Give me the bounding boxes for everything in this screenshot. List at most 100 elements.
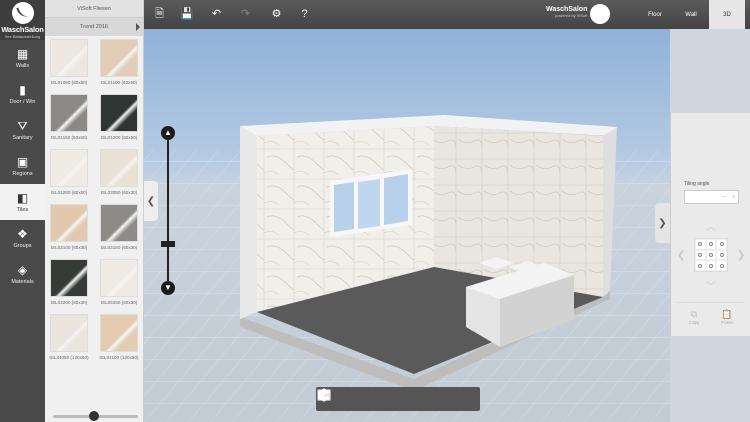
nav-groups[interactable]: ❖ Groups bbox=[0, 220, 45, 256]
tile-swatch-item[interactable]: tSL34050 (120x60) bbox=[49, 314, 89, 365]
groups-icon: ❖ bbox=[17, 226, 28, 241]
tile-swatch-label: tSL03100 (60x30) bbox=[50, 245, 88, 250]
logo-subtitle: Ihre Badausstellung bbox=[4, 33, 41, 39]
paste-button[interactable]: 📋 Paste bbox=[715, 309, 739, 325]
tiling-angle-input[interactable]: — + bbox=[684, 190, 739, 204]
nav-regions[interactable]: ▣ Regions bbox=[0, 148, 45, 184]
collapse-panel-chevron-left-icon[interactable]: ❮ bbox=[144, 181, 158, 221]
nav-materials[interactable]: ◈ Materials bbox=[0, 256, 45, 292]
view-mode-toolbar bbox=[316, 387, 480, 411]
nav-sanitary[interactable]: ⛛ Sanitary bbox=[0, 112, 45, 148]
sanitary-icon: ⛛ bbox=[17, 118, 28, 133]
catalog-scroll-thumb[interactable] bbox=[89, 411, 99, 421]
tiles-icon: ◧ bbox=[16, 190, 29, 205]
tab-3d[interactable]: 3D bbox=[709, 0, 745, 29]
tile-swatch-label: tSL34100 (120x60) bbox=[99, 355, 139, 360]
expand-panel-chevron-right-icon[interactable]: ❯ bbox=[655, 203, 670, 243]
tile-anchor-grid[interactable] bbox=[694, 238, 728, 272]
paste-label: Paste bbox=[721, 320, 733, 325]
screenshot-image-icon[interactable] bbox=[316, 387, 332, 403]
tile-swatch-item[interactable]: tSL01050 (60x60) bbox=[49, 39, 89, 90]
catalog-collection-label: Trend 2016 bbox=[80, 24, 108, 30]
nav-label: Groups bbox=[13, 242, 32, 249]
anchor-point[interactable] bbox=[705, 249, 717, 261]
window-pane bbox=[358, 179, 380, 229]
tile-swatch-label: tSL34050 (120x60) bbox=[49, 355, 89, 360]
nav-walls[interactable]: ▦ Walls bbox=[0, 40, 45, 76]
move-down-chevron-icon[interactable]: ﹀ bbox=[706, 278, 716, 293]
tiling-angle-label: Tiling angle bbox=[684, 181, 710, 187]
window-pane bbox=[384, 174, 408, 225]
decrease-icon[interactable]: — bbox=[721, 194, 726, 200]
tile-swatch-item[interactable]: tSL01200 (60x60) bbox=[99, 94, 139, 145]
tile-swatch-image bbox=[50, 39, 88, 77]
tab-floor[interactable]: Floor bbox=[637, 0, 673, 29]
3d-viewport[interactable]: ▲ ▼ ❮ bbox=[144, 29, 670, 422]
nav-tiles[interactable]: ◧ Tiles bbox=[0, 184, 45, 220]
brand-name: WaschSalon bbox=[546, 6, 588, 13]
tile-swatch-label: tSL01050 (60x60) bbox=[50, 80, 88, 85]
increase-icon[interactable]: + bbox=[732, 194, 735, 200]
chevron-right-icon bbox=[136, 23, 140, 31]
move-up-chevron-icon[interactable]: ︿ bbox=[706, 218, 716, 233]
anchor-point[interactable] bbox=[695, 249, 706, 261]
anchor-point[interactable] bbox=[716, 239, 727, 250]
save-icon[interactable]: 💾 bbox=[180, 8, 194, 21]
move-left-chevron-icon[interactable]: ❮ bbox=[677, 250, 685, 261]
brand-label: WaschSalon powered by ViSoft bbox=[546, 6, 587, 18]
nav-label: Sanitary bbox=[12, 134, 33, 141]
catalog-header: ViSoft Fliesen bbox=[45, 0, 143, 18]
anchor-point[interactable] bbox=[716, 249, 727, 261]
anchor-point[interactable] bbox=[705, 260, 717, 271]
window-pane bbox=[334, 182, 354, 232]
tile-swatch-image bbox=[50, 204, 88, 242]
anchor-point[interactable] bbox=[716, 260, 727, 271]
tile-swatch-item[interactable]: tSL01100 (60x60) bbox=[99, 39, 139, 90]
logo-mark-icon bbox=[11, 1, 34, 24]
anchor-point[interactable] bbox=[695, 260, 706, 271]
undo-icon[interactable]: ↶ bbox=[210, 8, 223, 21]
tile-swatch-item[interactable]: tSL03150 (60x30) bbox=[99, 204, 139, 255]
tile-swatch-image bbox=[100, 94, 138, 132]
tile-swatch-item[interactable]: tSL03250 (60x30) bbox=[99, 259, 139, 310]
copy-button[interactable]: ⧉ Copy bbox=[682, 309, 706, 325]
tile-swatch-image bbox=[100, 149, 138, 187]
materials-icon: ◈ bbox=[17, 262, 28, 277]
copy-icon: ⧉ bbox=[690, 309, 698, 319]
tile-swatch-item[interactable]: tSL01150 (60x60) bbox=[49, 94, 89, 145]
tile-swatch-item[interactable]: tSL01250 (60x60) bbox=[49, 149, 89, 200]
tile-swatch-image bbox=[50, 149, 88, 187]
move-right-chevron-icon[interactable]: ❯ bbox=[737, 250, 745, 261]
new-document-icon[interactable]: 🗎 bbox=[153, 8, 166, 21]
tile-swatch-item[interactable]: tSL34100 (120x60) bbox=[99, 314, 139, 365]
zoom-slider-track[interactable] bbox=[167, 139, 169, 282]
nav-door-window[interactable]: ▮ Door / Win bbox=[0, 76, 45, 112]
help-icon[interactable]: ? bbox=[298, 8, 311, 21]
top-toolbar: 🗎 💾 ↶ ↷ ⚙ ? WaschSalon powered by ViSoft… bbox=[144, 0, 750, 29]
tile-swatch-label: tSL03250 (60x30) bbox=[100, 300, 138, 305]
tile-swatch-label: tSL03200 (60x30) bbox=[50, 300, 88, 305]
anchor-point[interactable] bbox=[705, 239, 717, 250]
zoom-slider-thumb[interactable] bbox=[161, 241, 175, 247]
left-wall-side bbox=[240, 126, 257, 319]
anchor-point[interactable] bbox=[695, 239, 706, 250]
tab-wall[interactable]: Wall bbox=[673, 0, 709, 29]
tile-swatch-item[interactable]: tSL03100 (60x30) bbox=[49, 204, 89, 255]
tile-swatch-item[interactable]: tSL03200 (60x30) bbox=[49, 259, 89, 310]
walls-icon: ▦ bbox=[16, 46, 29, 61]
tile-swatch-label: tSL01150 (60x60) bbox=[50, 135, 88, 140]
brand-powered-by: powered by ViSoft bbox=[554, 13, 588, 18]
tile-grid: tSL01050 (60x60) tSL01100 (60x60) tSL01150… bbox=[45, 36, 143, 368]
copy-label: Copy bbox=[688, 320, 700, 325]
regions-icon: ▣ bbox=[16, 154, 29, 169]
nav-label: Materials bbox=[11, 278, 34, 285]
settings-gear-icon[interactable]: ⚙ bbox=[270, 8, 283, 21]
redo-icon[interactable]: ↷ bbox=[239, 8, 252, 21]
tile-swatch-label: tSL01100 (60x60) bbox=[100, 80, 138, 85]
zoom-out-chevron-down-icon[interactable]: ▼ bbox=[161, 281, 175, 295]
app-logo: WaschSalon Ihre Badausstellung bbox=[0, 0, 45, 40]
zoom-in-chevron-up-icon[interactable]: ▲ bbox=[161, 126, 175, 140]
left-navigation: WaschSalon Ihre Badausstellung ▦ Walls ▮… bbox=[0, 0, 45, 422]
tile-swatch-item[interactable]: tSL03050 (60x30) bbox=[99, 149, 139, 200]
catalog-collection-selector[interactable]: Trend 2016 bbox=[45, 18, 143, 36]
